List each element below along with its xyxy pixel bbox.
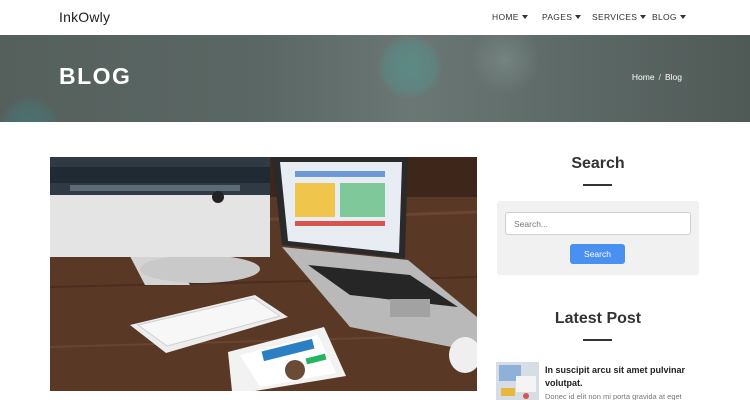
post-thumbnail-image xyxy=(496,362,539,400)
desk-computers-illustration xyxy=(50,157,477,391)
latest-post-excerpt: Donec id elit non mi porta gravida at eg… xyxy=(545,392,682,400)
page-title: BLOG xyxy=(59,63,132,89)
breadcrumb: Home / Blog xyxy=(632,72,682,82)
chevron-down-icon xyxy=(521,15,528,19)
nav-item-blog[interactable]: BLOG xyxy=(652,12,686,22)
chevron-down-icon xyxy=(575,15,582,19)
nav-item-label: HOME xyxy=(492,12,519,22)
bokeh-light-decoration xyxy=(378,35,442,99)
search-input[interactable] xyxy=(505,212,691,235)
chevron-down-icon xyxy=(640,15,647,19)
latest-post-thumbnail[interactable] xyxy=(496,362,539,400)
breadcrumb-separator: / xyxy=(658,72,661,82)
nav-item-home[interactable]: HOME xyxy=(492,12,528,22)
nav-item-label: PAGES xyxy=(542,12,573,22)
bokeh-light-decoration xyxy=(0,97,60,122)
main-nav: HOME PAGES SERVICES BLOG xyxy=(0,12,750,24)
search-widget-title: Search xyxy=(571,155,625,172)
latest-post-widget-title: Latest Post xyxy=(554,310,642,327)
title-divider xyxy=(583,339,612,341)
chevron-down-icon xyxy=(679,15,686,19)
nav-item-label: BLOG xyxy=(652,12,677,22)
title-divider xyxy=(583,184,612,186)
navbar: InkOwly HOME PAGES SERVICES BLOG xyxy=(0,0,750,35)
search-button[interactable]: Search xyxy=(570,244,625,264)
breadcrumb-current: Blog xyxy=(664,72,682,82)
bokeh-light-decoration xyxy=(470,35,540,95)
featured-post-image[interactable] xyxy=(50,157,477,391)
breadcrumb-home-link[interactable]: Home xyxy=(632,72,655,82)
nav-item-label: SERVICES xyxy=(592,12,638,22)
page-header-banner: BLOG Home / Blog xyxy=(0,35,750,122)
search-widget: Search xyxy=(497,201,699,275)
nav-item-pages[interactable]: PAGES xyxy=(542,12,582,22)
latest-post-title-link[interactable]: In suscipit arcu sit amet pulvinar volut… xyxy=(545,364,695,390)
nav-item-services[interactable]: SERVICES xyxy=(592,12,647,22)
